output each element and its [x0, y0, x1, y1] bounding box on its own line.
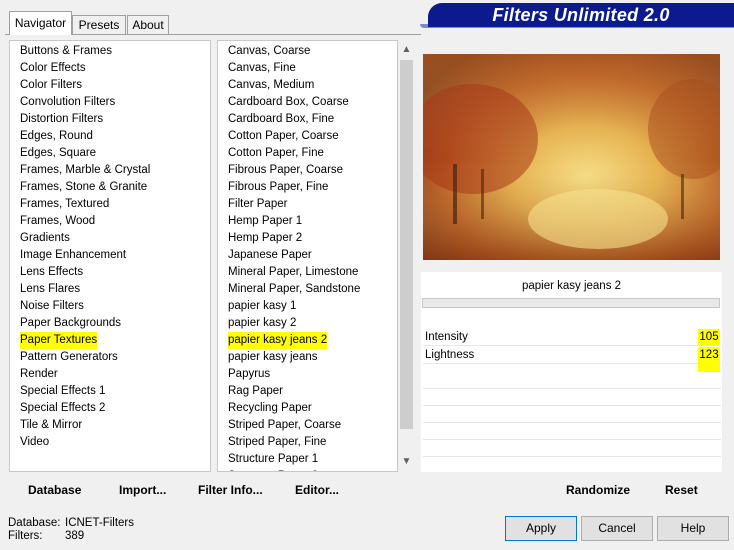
status-filters-label: Filters: — [8, 530, 43, 542]
category-item[interactable]: Frames, Stone & Granite — [20, 179, 147, 196]
category-item[interactable]: Lens Effects — [20, 264, 83, 281]
filter-item[interactable]: Japanese Paper — [228, 247, 312, 264]
help-button[interactable]: Help — [657, 516, 729, 541]
reset-button[interactable]: Reset — [665, 481, 698, 499]
import-button[interactable]: Import... — [119, 481, 166, 499]
selected-filter-name: papier kasy jeans 2 — [521, 280, 622, 292]
app-title: Filters Unlimited 2.0 — [492, 5, 670, 25]
category-item[interactable]: Frames, Marble & Crystal — [20, 162, 150, 179]
filter-info-button[interactable]: Filter Info... — [198, 481, 263, 499]
filter-name-bar — [422, 298, 720, 308]
filter-item[interactable]: Cotton Paper, Fine — [228, 145, 324, 162]
status-database-label: Database: — [8, 517, 61, 529]
filter-item[interactable]: Canvas, Coarse — [228, 43, 310, 60]
filter-item-selected[interactable]: papier kasy jeans 2 — [228, 332, 328, 349]
randomize-button[interactable]: Randomize — [566, 481, 630, 499]
filter-item[interactable]: Canvas, Fine — [228, 60, 296, 77]
category-item[interactable]: Convolution Filters — [20, 94, 115, 111]
category-item[interactable]: Frames, Textured — [20, 196, 109, 213]
filter-item[interactable]: Papyrus — [228, 366, 270, 383]
category-item[interactable]: Color Filters — [20, 77, 82, 94]
filter-item[interactable]: Rag Paper — [228, 383, 283, 400]
filter-list-scrollbar[interactable]: ▲ ▼ — [398, 40, 415, 471]
filter-item[interactable]: Mineral Paper, Limestone — [228, 264, 358, 281]
category-item[interactable]: Gradients — [20, 230, 70, 247]
category-list[interactable]: Buttons & Frames Color Effects Color Filte… — [9, 40, 211, 472]
filter-item[interactable]: Structure Paper 2 — [228, 468, 318, 471]
status-database-value: ICNET-Filters — [65, 517, 134, 529]
param-label-lightness: Lightness — [425, 349, 475, 361]
filter-item[interactable]: Hemp Paper 2 — [228, 230, 302, 247]
category-item[interactable]: Edges, Square — [20, 145, 96, 162]
filter-item[interactable]: Hemp Paper 1 — [228, 213, 302, 230]
category-item[interactable]: Pattern Generators — [20, 349, 118, 366]
filter-item[interactable]: Striped Paper, Fine — [228, 434, 326, 451]
filter-item[interactable]: Mineral Paper, Sandstone — [228, 281, 360, 298]
category-item[interactable]: Frames, Wood — [20, 213, 95, 230]
filter-item[interactable]: papier kasy 2 — [228, 315, 296, 332]
category-item[interactable]: Special Effects 2 — [20, 400, 105, 417]
filter-item[interactable]: Fibrous Paper, Fine — [228, 179, 328, 196]
filter-item[interactable]: Filter Paper — [228, 196, 287, 213]
cancel-button[interactable]: Cancel — [581, 516, 653, 541]
category-item[interactable]: Color Effects — [20, 60, 86, 77]
category-item[interactable]: Distortion Filters — [20, 111, 103, 128]
database-button[interactable]: Database — [28, 481, 81, 499]
param-row-intensity[interactable]: Intensity 105 — [423, 329, 721, 346]
filter-item[interactable]: papier kasy jeans — [228, 349, 318, 366]
tab-about[interactable]: About — [127, 15, 169, 34]
preview-image — [423, 54, 720, 260]
param-row-lightness[interactable]: Lightness 123 — [423, 347, 721, 364]
filter-list[interactable]: Canvas, Coarse Canvas, Fine Canvas, Medium… — [217, 40, 398, 472]
filter-item[interactable]: Recycling Paper — [228, 400, 312, 417]
filter-item[interactable]: Canvas, Medium — [228, 77, 314, 94]
category-item-selected[interactable]: Paper Textures — [20, 332, 98, 349]
category-item[interactable]: Special Effects 1 — [20, 383, 105, 400]
tab-presets[interactable]: Presets — [72, 15, 126, 34]
filter-item[interactable]: Structure Paper 1 — [228, 451, 318, 468]
filter-item[interactable]: papier kasy 1 — [228, 298, 296, 315]
title-banner: Filters Unlimited 2.0 — [428, 3, 734, 27]
category-item[interactable]: Noise Filters — [20, 298, 84, 315]
category-item[interactable]: Tile & Mirror — [20, 417, 82, 434]
category-item[interactable]: Buttons & Frames — [20, 43, 112, 60]
tab-navigator[interactable]: Navigator — [9, 11, 72, 35]
editor-button[interactable]: Editor... — [295, 481, 339, 499]
filter-item[interactable]: Cotton Paper, Coarse — [228, 128, 339, 145]
param-label-intensity: Intensity — [425, 331, 468, 343]
category-item[interactable]: Render — [20, 366, 58, 383]
scrollbar-thumb[interactable] — [400, 60, 413, 429]
category-item[interactable]: Video — [20, 434, 49, 451]
scroll-down-icon[interactable]: ▼ — [398, 453, 415, 470]
category-item[interactable]: Image Enhancement — [20, 247, 126, 264]
status-filters-value: 389 — [65, 530, 85, 542]
apply-button[interactable]: Apply — [505, 516, 577, 541]
category-item[interactable]: Edges, Round — [20, 128, 93, 145]
category-item[interactable]: Paper Backgrounds — [20, 315, 121, 332]
filter-item[interactable]: Fibrous Paper, Coarse — [228, 162, 343, 179]
param-value-lightness[interactable]: 123 — [698, 347, 720, 364]
filter-item[interactable]: Striped Paper, Coarse — [228, 417, 341, 434]
param-value-intensity[interactable]: 105 — [698, 329, 720, 346]
filter-item[interactable]: Cardboard Box, Fine — [228, 111, 334, 128]
empty-param-slots — [423, 372, 721, 468]
filter-item[interactable]: Cardboard Box, Coarse — [228, 94, 349, 111]
category-item[interactable]: Lens Flares — [20, 281, 80, 298]
scroll-up-icon[interactable]: ▲ — [398, 41, 415, 58]
